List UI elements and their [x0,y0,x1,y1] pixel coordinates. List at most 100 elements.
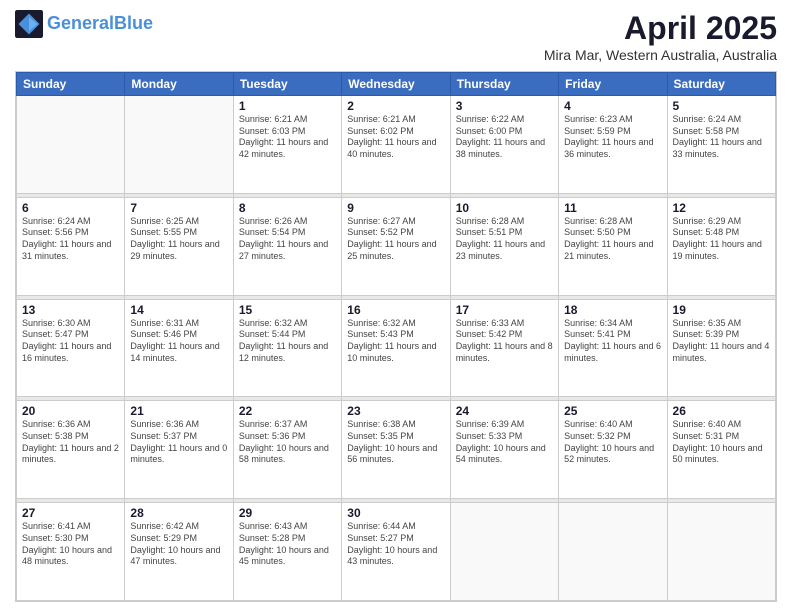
col-thursday: Thursday [450,73,558,96]
day-info: Sunrise: 6:38 AM Sunset: 5:35 PM Dayligh… [347,419,444,466]
title-block: April 2025 Mira Mar, Western Australia, … [544,10,777,63]
calendar: Sunday Monday Tuesday Wednesday Thursday… [15,71,777,602]
day-info: Sunrise: 6:31 AM Sunset: 5:46 PM Dayligh… [130,318,227,365]
day-number: 5 [673,99,770,113]
day-number: 7 [130,201,227,215]
day-info: Sunrise: 6:32 AM Sunset: 5:43 PM Dayligh… [347,318,444,365]
day-info: Sunrise: 6:36 AM Sunset: 5:38 PM Dayligh… [22,419,119,466]
day-info: Sunrise: 6:24 AM Sunset: 5:58 PM Dayligh… [673,114,770,161]
day-cell-1-3: 9Sunrise: 6:27 AM Sunset: 5:52 PM Daylig… [342,197,450,295]
day-number: 1 [239,99,336,113]
col-friday: Friday [559,73,667,96]
day-cell-0-5: 4Sunrise: 6:23 AM Sunset: 5:59 PM Daylig… [559,96,667,194]
col-sunday: Sunday [17,73,125,96]
day-cell-4-3: 30Sunrise: 6:44 AM Sunset: 5:27 PM Dayli… [342,503,450,601]
week-row-5: 27Sunrise: 6:41 AM Sunset: 5:30 PM Dayli… [17,503,776,601]
day-info: Sunrise: 6:22 AM Sunset: 6:00 PM Dayligh… [456,114,553,161]
day-number: 12 [673,201,770,215]
day-info: Sunrise: 6:44 AM Sunset: 5:27 PM Dayligh… [347,521,444,568]
day-cell-3-3: 23Sunrise: 6:38 AM Sunset: 5:35 PM Dayli… [342,401,450,499]
day-info: Sunrise: 6:37 AM Sunset: 5:36 PM Dayligh… [239,419,336,466]
day-number: 22 [239,404,336,418]
day-number: 2 [347,99,444,113]
day-number: 18 [564,303,661,317]
day-cell-4-6 [667,503,775,601]
day-cell-2-3: 16Sunrise: 6:32 AM Sunset: 5:43 PM Dayli… [342,299,450,397]
page: GeneralBlue April 2025 Mira Mar, Western… [0,0,792,612]
logo-line2: Blue [114,13,153,33]
day-number: 16 [347,303,444,317]
day-number: 26 [673,404,770,418]
day-number: 6 [22,201,119,215]
day-info: Sunrise: 6:23 AM Sunset: 5:59 PM Dayligh… [564,114,661,161]
day-cell-1-4: 10Sunrise: 6:28 AM Sunset: 5:51 PM Dayli… [450,197,558,295]
day-number: 8 [239,201,336,215]
day-number: 14 [130,303,227,317]
week-row-1: 1Sunrise: 6:21 AM Sunset: 6:03 PM Daylig… [17,96,776,194]
day-info: Sunrise: 6:28 AM Sunset: 5:50 PM Dayligh… [564,216,661,263]
day-cell-0-2: 1Sunrise: 6:21 AM Sunset: 6:03 PM Daylig… [233,96,341,194]
day-cell-0-3: 2Sunrise: 6:21 AM Sunset: 6:02 PM Daylig… [342,96,450,194]
day-info: Sunrise: 6:21 AM Sunset: 6:02 PM Dayligh… [347,114,444,161]
day-cell-1-1: 7Sunrise: 6:25 AM Sunset: 5:55 PM Daylig… [125,197,233,295]
day-info: Sunrise: 6:40 AM Sunset: 5:31 PM Dayligh… [673,419,770,466]
day-number: 15 [239,303,336,317]
month-title: April 2025 [544,10,777,47]
day-number: 19 [673,303,770,317]
day-cell-1-2: 8Sunrise: 6:26 AM Sunset: 5:54 PM Daylig… [233,197,341,295]
day-number: 29 [239,506,336,520]
day-info: Sunrise: 6:42 AM Sunset: 5:29 PM Dayligh… [130,521,227,568]
day-number: 24 [456,404,553,418]
day-info: Sunrise: 6:36 AM Sunset: 5:37 PM Dayligh… [130,419,227,466]
day-cell-3-4: 24Sunrise: 6:39 AM Sunset: 5:33 PM Dayli… [450,401,558,499]
day-number: 4 [564,99,661,113]
header-row: Sunday Monday Tuesday Wednesday Thursday… [17,73,776,96]
day-cell-4-4 [450,503,558,601]
col-saturday: Saturday [667,73,775,96]
day-cell-2-4: 17Sunrise: 6:33 AM Sunset: 5:42 PM Dayli… [450,299,558,397]
day-cell-3-1: 21Sunrise: 6:36 AM Sunset: 5:37 PM Dayli… [125,401,233,499]
day-info: Sunrise: 6:39 AM Sunset: 5:33 PM Dayligh… [456,419,553,466]
day-cell-0-6: 5Sunrise: 6:24 AM Sunset: 5:58 PM Daylig… [667,96,775,194]
day-cell-1-5: 11Sunrise: 6:28 AM Sunset: 5:50 PM Dayli… [559,197,667,295]
week-row-4: 20Sunrise: 6:36 AM Sunset: 5:38 PM Dayli… [17,401,776,499]
day-number: 30 [347,506,444,520]
col-monday: Monday [125,73,233,96]
day-number: 25 [564,404,661,418]
week-row-3: 13Sunrise: 6:30 AM Sunset: 5:47 PM Dayli… [17,299,776,397]
day-number: 23 [347,404,444,418]
day-info: Sunrise: 6:25 AM Sunset: 5:55 PM Dayligh… [130,216,227,263]
day-info: Sunrise: 6:30 AM Sunset: 5:47 PM Dayligh… [22,318,119,365]
day-info: Sunrise: 6:34 AM Sunset: 5:41 PM Dayligh… [564,318,661,365]
col-wednesday: Wednesday [342,73,450,96]
day-cell-4-5 [559,503,667,601]
day-number: 9 [347,201,444,215]
day-number: 28 [130,506,227,520]
day-cell-1-6: 12Sunrise: 6:29 AM Sunset: 5:48 PM Dayli… [667,197,775,295]
day-info: Sunrise: 6:33 AM Sunset: 5:42 PM Dayligh… [456,318,553,365]
calendar-table: Sunday Monday Tuesday Wednesday Thursday… [16,72,776,601]
day-cell-4-0: 27Sunrise: 6:41 AM Sunset: 5:30 PM Dayli… [17,503,125,601]
day-info: Sunrise: 6:40 AM Sunset: 5:32 PM Dayligh… [564,419,661,466]
day-number: 3 [456,99,553,113]
day-info: Sunrise: 6:21 AM Sunset: 6:03 PM Dayligh… [239,114,336,161]
subtitle: Mira Mar, Western Australia, Australia [544,47,777,63]
day-info: Sunrise: 6:32 AM Sunset: 5:44 PM Dayligh… [239,318,336,365]
day-info: Sunrise: 6:26 AM Sunset: 5:54 PM Dayligh… [239,216,336,263]
day-info: Sunrise: 6:24 AM Sunset: 5:56 PM Dayligh… [22,216,119,263]
day-number: 20 [22,404,119,418]
day-cell-2-2: 15Sunrise: 6:32 AM Sunset: 5:44 PM Dayli… [233,299,341,397]
day-info: Sunrise: 6:29 AM Sunset: 5:48 PM Dayligh… [673,216,770,263]
day-cell-0-4: 3Sunrise: 6:22 AM Sunset: 6:00 PM Daylig… [450,96,558,194]
day-info: Sunrise: 6:41 AM Sunset: 5:30 PM Dayligh… [22,521,119,568]
day-info: Sunrise: 6:27 AM Sunset: 5:52 PM Dayligh… [347,216,444,263]
day-cell-3-0: 20Sunrise: 6:36 AM Sunset: 5:38 PM Dayli… [17,401,125,499]
logo-line1: General [47,13,114,33]
day-number: 10 [456,201,553,215]
day-number: 27 [22,506,119,520]
col-tuesday: Tuesday [233,73,341,96]
day-cell-2-1: 14Sunrise: 6:31 AM Sunset: 5:46 PM Dayli… [125,299,233,397]
day-cell-0-0 [17,96,125,194]
day-number: 13 [22,303,119,317]
day-cell-2-5: 18Sunrise: 6:34 AM Sunset: 5:41 PM Dayli… [559,299,667,397]
